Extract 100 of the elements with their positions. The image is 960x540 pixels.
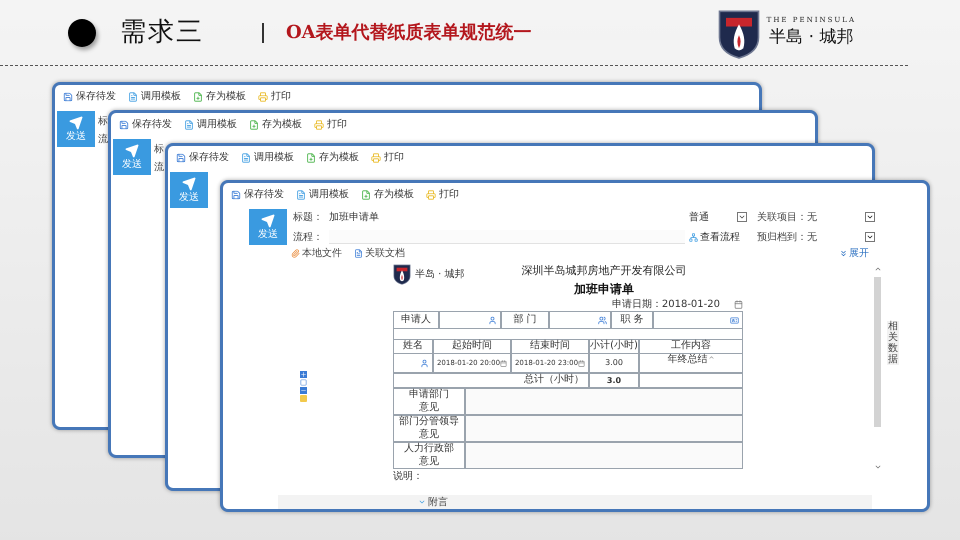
table-cell: 申请人 [393,311,439,329]
table-cell: 3.0 [589,373,639,388]
row-label: 意见 [419,402,439,414]
document-plus-icon [193,92,203,102]
toolbar-button[interactable]: 打印 [314,120,347,130]
expand-button[interactable]: 展开 [839,246,869,260]
toolbar-button[interactable]: 打印 [426,190,459,200]
toolbar-button[interactable]: 保存待发 [231,190,284,200]
field-label: 流程： [293,230,324,244]
table-cell: 3.00 [589,353,639,373]
field-label: 关联项目：无 [757,210,817,224]
document-icon [241,153,251,163]
double-chevron-icon [839,248,848,258]
input-field[interactable] [393,353,433,373]
square-icon[interactable] [300,379,307,386]
column-header: 小计(小时) [589,339,639,354]
column-header: 工作内容 [639,339,743,354]
document-plus-icon [361,190,371,200]
save-icon [63,92,73,102]
document-icon [354,248,363,258]
field-label: 标题： [293,210,324,224]
input-field[interactable] [465,442,743,469]
people-icon [598,316,607,324]
note-label: 说明： [393,472,424,482]
toolbar-button[interactable]: 保存待发 [119,120,172,130]
document-icon [296,190,306,200]
remove-row-icon[interactable] [300,387,307,394]
flow-input-field[interactable] [329,230,685,244]
document-plus-icon [306,153,316,163]
shield-logo-icon [393,263,411,285]
logo-name: 半岛 · 城邦 [415,268,465,282]
calendar-icon [578,360,586,366]
paperclip-icon [291,248,300,258]
slide-title: OA表单代替纸质表单规范统一 [286,21,532,45]
subject-value: 加班申请单 [329,210,380,224]
text-area[interactable]: 年终总结 [639,353,743,373]
document-plus-icon [249,120,259,130]
row-label: 人力行政部 [404,443,454,456]
field-label: 标 [98,117,108,127]
field-label: 标 [154,145,164,155]
card-icon [730,316,739,324]
row-label: 部门分管领导 [399,416,459,428]
field-label: 预归档到：无 [757,230,817,244]
dropdown-icon[interactable] [865,232,875,242]
toolbar-button[interactable]: 打印 [371,153,404,163]
input-field[interactable] [549,311,611,329]
toolbar-button[interactable]: 调用模板 [296,190,349,200]
document-icon [184,120,194,130]
input-field[interactable] [465,388,743,415]
chevron-down-icon [418,498,426,506]
postscript-tab[interactable]: 附言 [418,494,448,509]
calendar-icon[interactable] [734,300,743,308]
attachment-button[interactable]: 本地文件 [291,246,342,260]
table-cell: 职 务 [611,311,653,329]
toolbar-button[interactable]: 打印 [258,92,291,102]
attachment-button[interactable]: 关联文档 [354,246,405,260]
toolbar-button[interactable]: 存为模板 [193,92,246,102]
scroll-up-icon[interactable] [874,265,882,273]
column-header: 结束时间 [511,339,589,354]
section-title: 需求三 [120,16,204,49]
company-name: 深圳半岛城邦房地产开发有限公司 [521,263,686,279]
toolbar-button[interactable]: 存为模板 [306,153,359,163]
column-header: 姓名 [393,339,433,354]
table-cell: 部 门 [501,311,549,329]
scroll-down-icon[interactable] [874,463,882,471]
logo-name: 半島 · 城邦 [769,26,854,49]
calendar-icon [500,360,508,366]
dropdown-icon[interactable] [865,212,875,222]
save-icon [119,120,129,130]
paper-plane-icon [261,214,275,228]
field-label: 流 [98,135,108,145]
row-label: 申请部门 [409,389,449,402]
scrollbar[interactable] [874,277,881,427]
printer-icon [371,153,381,163]
priority-select[interactable]: 普通 [689,210,747,224]
save-icon [231,190,241,200]
person-icon [420,358,429,368]
column-header: 起始时间 [433,339,511,354]
view-flow-button[interactable]: 查看流程 [689,230,747,244]
person-icon [488,316,497,324]
form-title: 加班申请单 [574,280,634,298]
toolbar-button[interactable]: 保存待发 [63,92,116,102]
input-field[interactable] [439,311,501,329]
chevron-down-icon [737,212,747,222]
toolbar-button[interactable]: 保存待发 [176,153,229,163]
toolbar-button[interactable]: 存为模板 [361,190,414,200]
input-field[interactable] [465,415,743,442]
field-label: 流 [154,163,164,173]
paper-plane-icon [182,177,196,191]
toolbar-button[interactable]: 存为模板 [249,120,302,130]
printer-icon [314,120,324,130]
save-icon [176,153,186,163]
input-field[interactable] [653,311,743,329]
paper-plane-icon [125,144,139,158]
side-tab[interactable]: 相关数据 [887,321,899,365]
add-row-icon[interactable] [300,371,307,378]
toolbar-button[interactable]: 调用模板 [128,92,181,102]
toolbar-button[interactable]: 调用模板 [184,120,237,130]
application-date: 申请日期：2018-01-20 [612,298,720,312]
toolbar-button[interactable]: 调用模板 [241,153,294,163]
